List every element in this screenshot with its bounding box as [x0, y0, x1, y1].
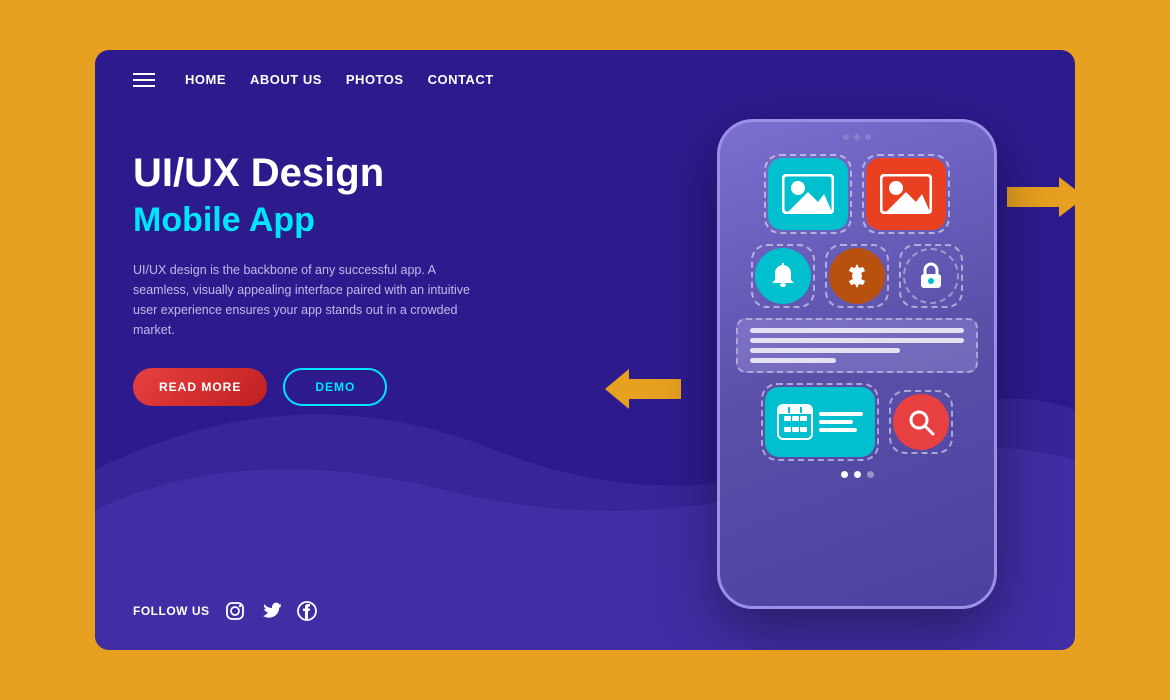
nav-contact[interactable]: CONTACT — [428, 72, 494, 87]
calendar-icon — [777, 404, 813, 440]
dashed-wrap-lock — [899, 244, 963, 308]
app-icon-bell[interactable] — [755, 248, 811, 304]
dashed-wrap-calendar — [761, 383, 879, 461]
button-group: READ MORE DEMO — [133, 368, 677, 406]
navbar: HOME ABOUT US PHOTOS CONTACT — [95, 50, 1075, 109]
hamburger-menu-icon[interactable] — [133, 73, 155, 87]
right-panel — [677, 119, 1037, 609]
phone-dot — [854, 134, 860, 140]
small-icons-row — [736, 244, 978, 308]
left-panel: UI/UX Design Mobile App UI/UX design is … — [133, 119, 677, 406]
pagination-dot-2 — [854, 471, 861, 478]
heading-sub: Mobile App — [133, 201, 677, 240]
app-icon-settings[interactable] — [829, 248, 885, 304]
bottom-row — [736, 383, 978, 461]
twitter-icon[interactable] — [260, 600, 282, 622]
read-more-button[interactable]: READ MORE — [133, 368, 267, 406]
nav-photos[interactable]: PHOTOS — [346, 72, 404, 87]
app-icon-image-teal[interactable] — [768, 158, 848, 230]
text-widget — [736, 318, 978, 373]
follow-us-section: FOLLOW US — [133, 600, 318, 622]
nav-about[interactable]: ABOUT US — [250, 72, 322, 87]
pagination-dot-1 — [841, 471, 848, 478]
demo-button[interactable]: DEMO — [283, 368, 387, 406]
arrow-left-icon — [605, 367, 681, 411]
main-content: UI/UX Design Mobile App UI/UX design is … — [95, 109, 1075, 609]
phone-screen — [720, 148, 994, 467]
main-card: HOME ABOUT US PHOTOS CONTACT UI/UX Desig… — [95, 50, 1075, 650]
instagram-icon[interactable] — [224, 600, 246, 622]
text-line-2 — [750, 338, 964, 343]
phone-dot — [865, 134, 871, 140]
app-icon-lock[interactable] — [903, 248, 959, 304]
phone-dot — [843, 134, 849, 140]
dashed-wrap-2 — [862, 154, 950, 234]
app-icon-search[interactable] — [893, 394, 949, 450]
dashed-wrap-bell — [751, 244, 815, 308]
dashed-wrap-settings — [825, 244, 889, 308]
phone-top-bar — [720, 122, 994, 148]
cal-lines — [819, 412, 863, 432]
description-text: UI/UX design is the backbone of any succ… — [133, 260, 473, 340]
text-line-3 — [750, 348, 900, 353]
app-icon-image-red[interactable] — [866, 158, 946, 230]
phone-pagination — [720, 471, 994, 486]
app-icon-calendar[interactable] — [765, 387, 875, 457]
nav-links: HOME ABOUT US PHOTOS CONTACT — [185, 72, 494, 87]
text-line-1 — [750, 328, 964, 333]
app-icons-row-1 — [736, 154, 978, 234]
phone-mockup — [717, 119, 997, 609]
facebook-icon[interactable] — [296, 600, 318, 622]
text-line-4 — [750, 358, 836, 363]
cal-body — [782, 414, 809, 438]
follow-label: FOLLOW US — [133, 604, 210, 618]
arrow-right-icon — [1007, 175, 1075, 219]
cal-top — [779, 406, 811, 414]
dashed-wrap-1 — [764, 154, 852, 234]
heading-main: UI/UX Design — [133, 149, 677, 197]
pagination-dot-3 — [867, 471, 874, 478]
nav-home[interactable]: HOME — [185, 72, 226, 87]
dashed-wrap-search — [889, 390, 953, 454]
